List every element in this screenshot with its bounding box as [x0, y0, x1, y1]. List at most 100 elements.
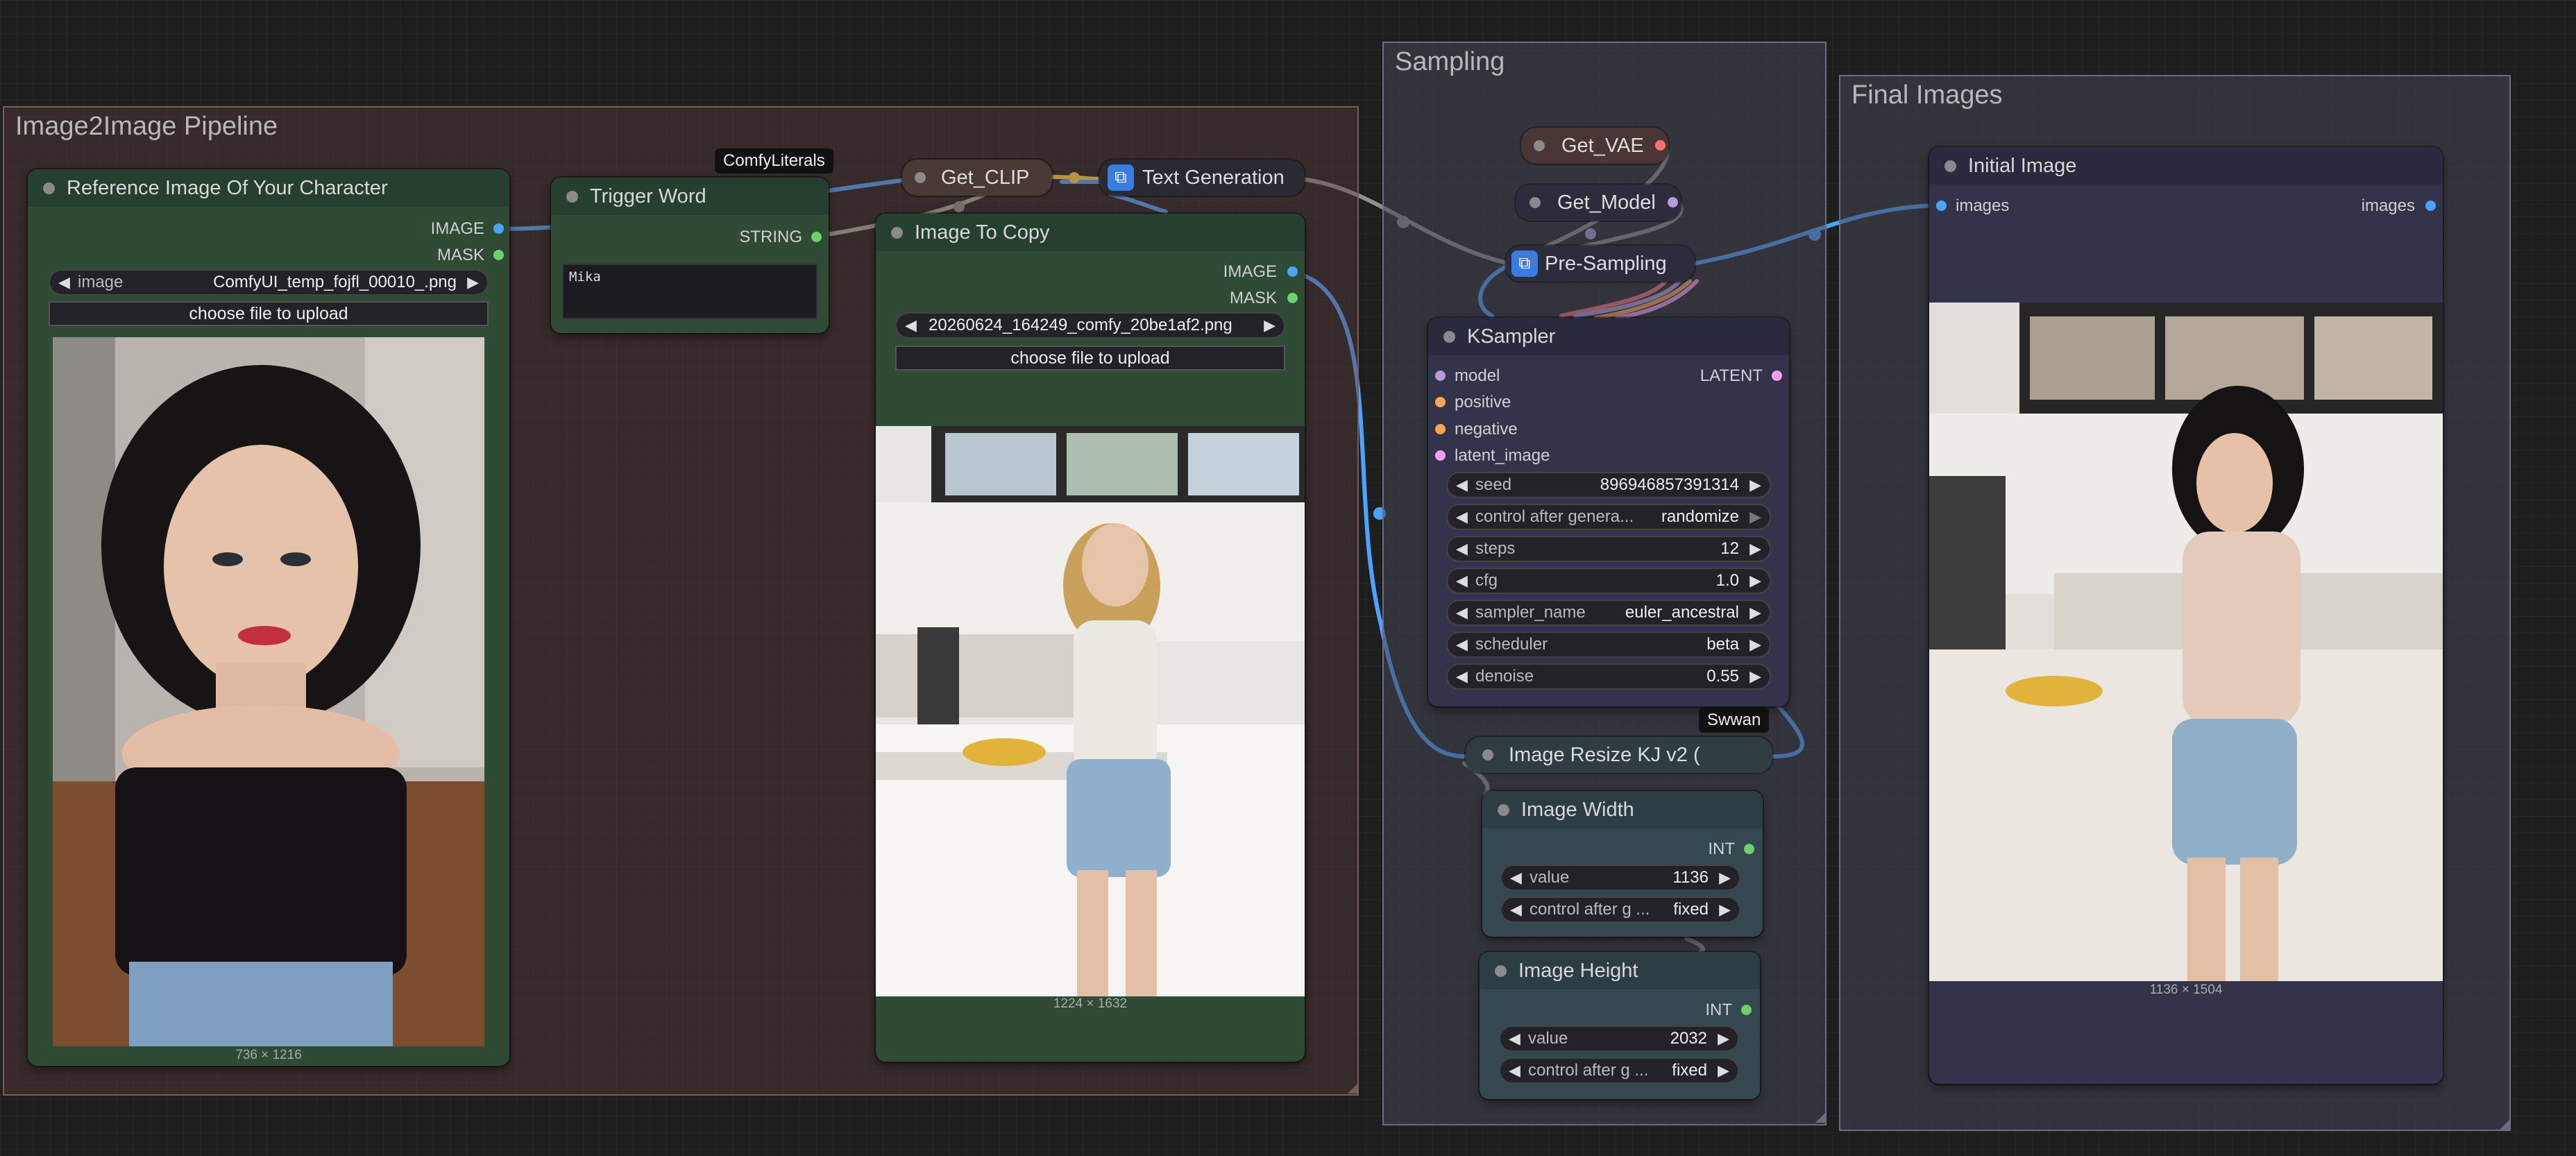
input-latent-socket[interactable] — [1435, 450, 1446, 461]
node-image-height[interactable]: Image Height INT ◀ value 2032 ▶ ◀ contro… — [1480, 952, 1760, 1099]
collapse-dot[interactable] — [1534, 140, 1545, 151]
arrow-left-icon[interactable]: ◀ — [1509, 1027, 1520, 1051]
upload-button[interactable]: choose file to upload — [49, 301, 489, 326]
input-images-socket[interactable] — [1936, 201, 1947, 211]
collapse-dot[interactable] — [1530, 197, 1541, 208]
scheduler-widget[interactable]: ◀ scheduler beta ▶ — [1446, 631, 1771, 658]
denoise-widget[interactable]: ◀ denoise 0.55 ▶ — [1446, 663, 1771, 690]
arrow-right-icon[interactable]: ▶ — [1718, 1059, 1729, 1082]
widget-value: 12 — [1720, 539, 1739, 558]
image-combo-widget[interactable]: ◀ image ComfyUI_temp_fojfl_00010_.png ▶ — [49, 269, 489, 296]
output-int-socket[interactable] — [1744, 844, 1754, 854]
resize-handle-icon[interactable] — [2500, 1120, 2509, 1130]
arrow-right-icon[interactable]: ▶ — [1749, 569, 1761, 593]
collapse-dot[interactable] — [1482, 749, 1493, 760]
trigger-text-input[interactable]: Mika — [562, 264, 817, 319]
control-widget[interactable]: ◀ control after g ... fixed ▶ — [1499, 1057, 1739, 1084]
arrow-right-icon[interactable]: ▶ — [1749, 537, 1761, 561]
node-pre-sampling[interactable]: ⧉ Pre-Sampling — [1506, 246, 1695, 282]
collapse-dot[interactable] — [566, 191, 578, 203]
arrow-right-icon[interactable]: ▶ — [1749, 601, 1761, 624]
collapse-dot[interactable] — [1443, 331, 1455, 343]
node-title[interactable]: Reference Image Of Your Character — [28, 169, 509, 207]
arrow-left-icon[interactable]: ◀ — [1456, 601, 1468, 624]
node-reference-image[interactable]: Reference Image Of Your Character IMAGE … — [28, 169, 509, 1066]
node-image-width[interactable]: Image Width INT ◀ value 1136 ▶ ◀ control… — [1482, 791, 1763, 937]
sampler-name-widget[interactable]: ◀ sampler_name euler_ancestral ▶ — [1446, 600, 1771, 626]
cfg-widget[interactable]: ◀ cfg 1.0 ▶ — [1446, 568, 1771, 594]
arrow-left-icon[interactable]: ◀ — [1509, 1059, 1520, 1082]
node-initial-image[interactable]: Initial Image images images 1136 × 1504 — [1929, 147, 2443, 1084]
arrow-right-icon[interactable]: ▶ — [1718, 1027, 1729, 1051]
node-get-vae[interactable]: Get_VAE — [1521, 128, 1668, 164]
arrow-right-icon[interactable]: ▶ — [1719, 866, 1731, 890]
output-mask-socket[interactable] — [493, 250, 504, 260]
output-socket[interactable] — [1655, 140, 1666, 151]
input-positive-socket[interactable] — [1435, 397, 1446, 407]
widget-value: 896946857391314 — [1600, 475, 1739, 494]
seed-widget[interactable]: ◀ seed 896946857391314 ▶ — [1446, 472, 1771, 498]
output-socket[interactable] — [1668, 197, 1678, 207]
input-negative-socket[interactable] — [1435, 424, 1446, 434]
node-ksampler[interactable]: KSampler model positive negative latent_… — [1428, 318, 1789, 706]
value-widget[interactable]: ◀ value 2032 ▶ — [1499, 1026, 1739, 1052]
collapse-dot[interactable] — [1944, 160, 1956, 172]
output-images-socket[interactable] — [2425, 201, 2436, 211]
resize-handle-icon[interactable] — [1348, 1084, 1357, 1094]
arrow-right-icon[interactable]: ▶ — [1749, 505, 1761, 529]
arrow-left-icon[interactable]: ◀ — [1456, 505, 1468, 529]
node-text-generation[interactable]: ⧉ Text Generation — [1099, 160, 1305, 196]
widget-value: fixed — [1672, 1061, 1707, 1080]
node-title[interactable]: Trigger Word — [551, 178, 829, 215]
value-widget[interactable]: ◀ value 1136 ▶ — [1500, 865, 1740, 891]
arrow-left-icon[interactable]: ◀ — [1510, 866, 1522, 890]
output-int-label: INT — [1705, 1001, 1732, 1019]
node-title[interactable]: Image Height — [1480, 952, 1760, 989]
arrow-left-icon[interactable]: ◀ — [1456, 569, 1468, 593]
widget-label: denoise — [1475, 667, 1534, 686]
steps-widget[interactable]: ◀ steps 12 ▶ — [1446, 536, 1771, 562]
output-latent-socket[interactable] — [1772, 371, 1782, 381]
collapse-dot[interactable] — [43, 182, 55, 194]
arrow-left-icon[interactable]: ◀ — [1510, 898, 1522, 921]
collapse-dot[interactable] — [1495, 965, 1507, 977]
node-get-model[interactable]: Get_Model — [1516, 185, 1681, 221]
arrow-right-icon[interactable]: ▶ — [1749, 633, 1761, 656]
node-get-clip[interactable]: Get_CLIP — [902, 160, 1052, 196]
collapse-dot[interactable] — [1498, 804, 1509, 816]
node-title[interactable]: Image Width — [1482, 791, 1763, 828]
output-image-socket[interactable] — [493, 223, 504, 234]
image-combo-widget[interactable]: ◀ 20260624_164249_comfy_20be1af2.png ▶ — [895, 312, 1285, 339]
output-image-socket[interactable] — [1287, 266, 1298, 277]
node-trigger-word[interactable]: Trigger Word STRING Mika — [551, 178, 829, 333]
arrow-right-icon[interactable]: ▶ — [1719, 898, 1731, 921]
node-title[interactable]: KSampler — [1428, 318, 1789, 355]
control-after-generate-widget[interactable]: ◀ control after genera... randomize ▶ — [1446, 504, 1771, 530]
output-int-socket[interactable] — [1741, 1005, 1752, 1015]
group-title: Sampling — [1395, 47, 1505, 76]
arrow-right-icon[interactable]: ▶ — [1749, 473, 1761, 497]
collapse-dot[interactable] — [891, 227, 903, 239]
arrow-left-icon[interactable]: ◀ — [1456, 473, 1468, 497]
arrow-right-icon[interactable]: ▶ — [1749, 665, 1761, 688]
input-model-socket[interactable] — [1435, 371, 1446, 381]
node-title-text: Image Height — [1518, 960, 1638, 982]
output-string-socket[interactable] — [811, 232, 822, 242]
arrow-left-icon[interactable]: ◀ — [1456, 665, 1468, 688]
input-positive-label: positive — [1455, 393, 1511, 411]
output-mask-socket[interactable] — [1287, 293, 1298, 303]
arrow-left-icon[interactable]: ◀ — [58, 271, 70, 294]
node-title[interactable]: Initial Image — [1929, 147, 2443, 185]
resize-handle-icon[interactable] — [1815, 1113, 1825, 1123]
collapse-dot[interactable] — [915, 172, 926, 183]
node-title[interactable]: Image To Copy — [876, 214, 1305, 251]
node-image-to-copy[interactable]: Image To Copy IMAGE MASK ◀ 20260624_1642… — [876, 214, 1305, 1062]
upload-button[interactable]: choose file to upload — [895, 346, 1285, 371]
arrow-left-icon[interactable]: ◀ — [905, 314, 917, 337]
control-widget[interactable]: ◀ control after g ... fixed ▶ — [1500, 896, 1740, 923]
arrow-left-icon[interactable]: ◀ — [1456, 537, 1468, 561]
arrow-right-icon[interactable]: ▶ — [1264, 314, 1276, 337]
arrow-left-icon[interactable]: ◀ — [1456, 633, 1468, 656]
node-image-resize[interactable]: Image Resize KJ v2 ( — [1466, 737, 1772, 773]
arrow-right-icon[interactable]: ▶ — [467, 271, 479, 294]
